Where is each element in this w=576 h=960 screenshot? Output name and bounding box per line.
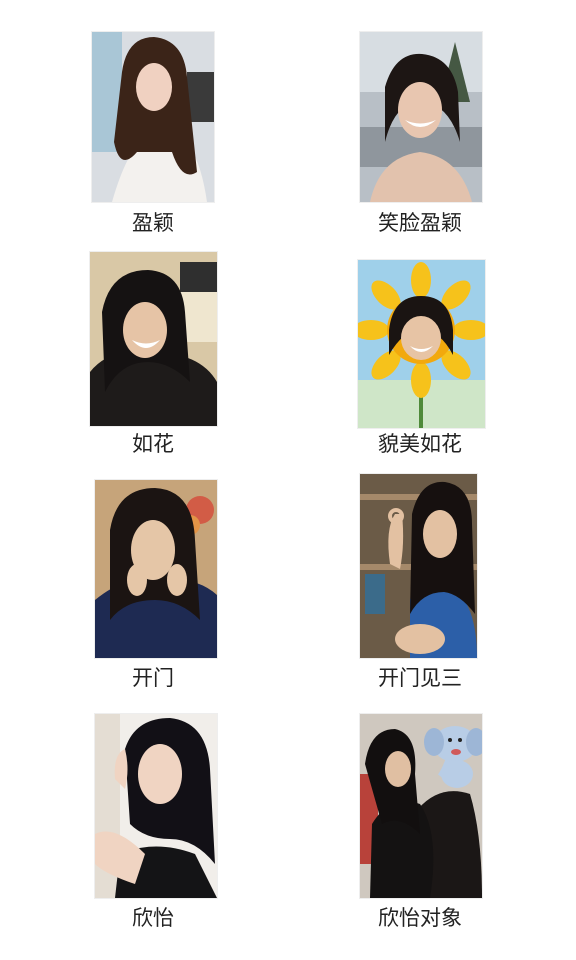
photo-maomei-ruhua <box>358 260 485 428</box>
photo-yingying <box>92 32 214 202</box>
caption-xinyi-duixiang: 欣怡对象 <box>378 906 462 930</box>
caption-ruhua: 如花 <box>132 432 174 456</box>
photo-xinyi-duixiang <box>360 714 482 898</box>
caption-xinyi: 欣怡 <box>132 906 174 930</box>
caption-maomei-ruhua: 貌美如花 <box>378 432 462 456</box>
photo-xinyi <box>95 714 217 898</box>
caption-kaimen: 开门 <box>132 666 174 690</box>
photo-kaimen-jiansan <box>360 474 477 658</box>
photo-xiaolian-yingying <box>360 32 482 202</box>
photo-ruhua <box>90 252 217 426</box>
caption-yingying: 盈颖 <box>132 211 174 235</box>
photo-kaimen <box>95 480 217 658</box>
caption-kaimen-jiansan: 开门见三 <box>378 666 462 690</box>
caption-xiaolian-yingying: 笑脸盈颖 <box>378 211 462 235</box>
